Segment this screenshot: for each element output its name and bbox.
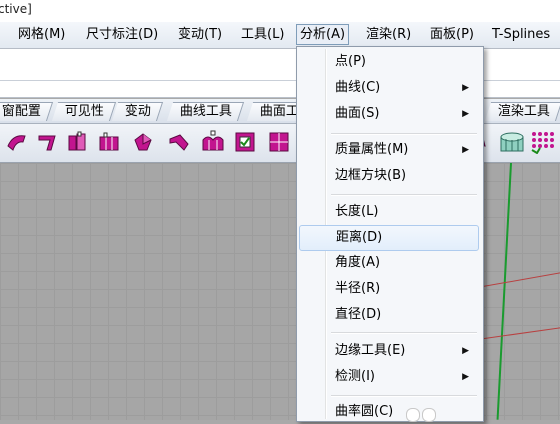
menu-panels[interactable]: 面板(P) [427, 25, 477, 44]
menu-item-surface[interactable]: 曲面(S) ▶ [299, 102, 479, 126]
menu-item-radius[interactable]: 半径(R) [299, 277, 479, 301]
window-title: ctive] [0, 2, 32, 16]
menu-dimension[interactable]: 尺寸标注(D) [83, 25, 161, 44]
menu-analyze[interactable]: 分析(A) [296, 24, 350, 45]
menu-tools[interactable]: 工具(L) [238, 25, 287, 44]
menu-item-label: 距离(D) [336, 230, 383, 245]
menu-item-distance[interactable]: 距离(D) [299, 225, 479, 251]
submenu-arrow-icon: ▶ [462, 346, 469, 356]
grid-surface-icon[interactable] [266, 129, 292, 155]
menu-item-label: 点(P) [335, 54, 366, 69]
menu-item-bounding-box[interactable]: 边框方块(B) [299, 164, 479, 188]
menu-item-length[interactable]: 长度(L) [299, 200, 479, 224]
menu-item-detect[interactable]: 检测(I) ▶ [299, 365, 479, 389]
menu-mesh[interactable]: 网格(M) [15, 25, 68, 44]
menu-item-label: 边缘工具(E) [335, 343, 406, 358]
menu-item-label: 角度(A) [335, 255, 381, 270]
menu-bar: 网格(M) 尺寸标注(D) 变动(T) 工具(L) 分析(A) 渲染(R) 面板… [0, 22, 560, 49]
menu-item-curve[interactable]: 曲线(C) ▶ [299, 76, 479, 100]
loft-icon[interactable] [64, 129, 90, 155]
menu-item-label: 直径(D) [335, 307, 382, 322]
tab-curve-tools[interactable]: 曲线工具 [166, 102, 245, 121]
tab-label: 曲线工具 [179, 104, 232, 119]
tab-viewport-layout[interactable]: 窗配置 [0, 102, 54, 121]
submenu-arrow-icon: ▶ [462, 145, 469, 155]
title-bar: ctive] [0, 0, 560, 23]
menu-separator [331, 133, 477, 135]
patch-check-icon[interactable] [232, 129, 258, 155]
menu-separator [331, 194, 477, 196]
tab-render-tools[interactable]: 渲染工具 [484, 102, 560, 121]
menu-item-label: 曲面(S) [335, 106, 380, 121]
menu-item-label: 曲线(C) [335, 80, 381, 95]
blend-surface-icon[interactable] [166, 129, 192, 155]
menu-item-label: 长度(L) [335, 204, 379, 219]
menu-item-label: 边框方块(B) [335, 168, 407, 183]
revolve-icon[interactable] [130, 129, 156, 155]
tab-label: 曲面工 [259, 104, 299, 119]
menu-separator [331, 395, 477, 397]
cylinder-strip-icon[interactable] [498, 129, 524, 155]
tab-label: 可见性 [64, 104, 104, 119]
submenu-arrow-icon: ▶ [462, 372, 469, 382]
menu-separator [331, 332, 477, 334]
point-grid-icon[interactable] [530, 129, 556, 155]
menu-item-label: 曲率圆(C) [335, 404, 394, 419]
menu-item-label: 检测(I) [335, 369, 375, 384]
menu-tsplines[interactable]: T-Splines [489, 25, 553, 44]
menu-item-mass-properties[interactable]: 质量属性(M) ▶ [299, 138, 479, 162]
sweep-icon[interactable] [96, 129, 122, 155]
menu-item-label: 质量属性(M) [335, 142, 409, 157]
menu-item-label: 半径(R) [335, 281, 381, 296]
submenu-arrow-icon: ▶ [462, 109, 469, 119]
menu-item-diameter[interactable]: 直径(D) [299, 303, 479, 327]
network-surface-icon[interactable] [200, 129, 226, 155]
menu-item-curvature-circle[interactable]: 曲率圆(C) [299, 400, 479, 424]
tab-label: 变动 [124, 104, 151, 119]
menu-item-edge-tools[interactable]: 边缘工具(E) ▶ [299, 339, 479, 363]
extrude-curve-icon[interactable] [34, 129, 60, 155]
analyze-menu-dropdown: 点(P) 曲线(C) ▶ 曲面(S) ▶ 质量属性(M) ▶ 边框方块(B) 长度(L… [296, 46, 484, 422]
menu-item-angle[interactable]: 角度(A) [299, 251, 479, 275]
tab-transform[interactable]: 变动 [111, 102, 164, 121]
fillet-surface-icon[interactable] [4, 129, 30, 155]
tab-label: 窗配置 [1, 104, 41, 119]
y-axis-line [496, 163, 512, 420]
menu-render[interactable]: 渲染(R) [363, 25, 414, 44]
tab-label: 渲染工具 [497, 104, 550, 119]
tab-visibility[interactable]: 可见性 [51, 102, 117, 121]
submenu-arrow-icon: ▶ [462, 83, 469, 93]
menu-item-point[interactable]: 点(P) [299, 50, 479, 74]
menu-transform[interactable]: 变动(T) [175, 25, 225, 44]
